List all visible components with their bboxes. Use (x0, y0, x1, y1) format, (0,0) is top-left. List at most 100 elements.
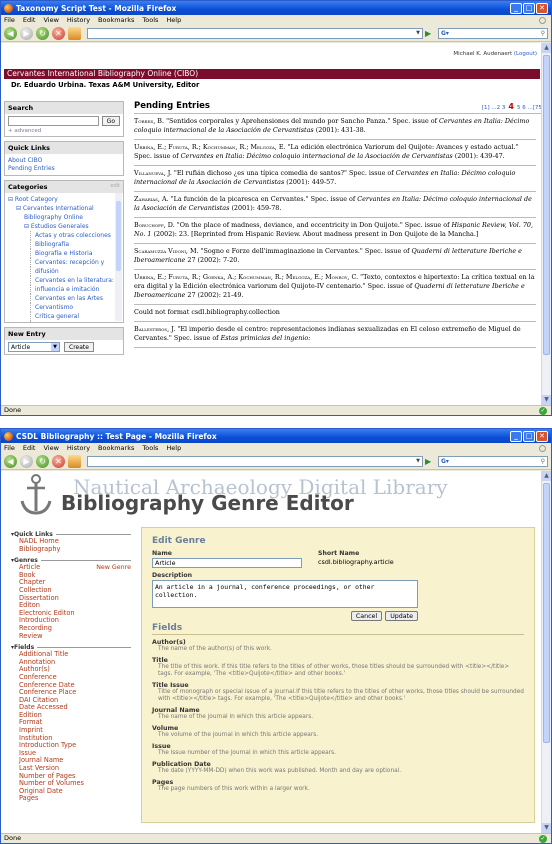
stop-icon[interactable]: ✕ (52, 26, 65, 40)
scroll-down-icon[interactable]: ▼ (542, 395, 551, 405)
minimize-button[interactable]: _ (510, 2, 522, 14)
forward-icon[interactable]: ▶ (20, 454, 33, 468)
close-button[interactable]: ✕ (536, 2, 548, 14)
search-box[interactable]: G▾ ⚲ (438, 27, 548, 39)
scroll-up-icon[interactable]: ▲ (542, 43, 551, 53)
logout-link[interactable]: (Logout) (514, 51, 537, 57)
pending-entries-link[interactable]: Pending Entries (8, 165, 120, 172)
menu-file[interactable]: File (4, 16, 15, 24)
cancel-button[interactable]: Cancel (350, 611, 383, 621)
scroll-thumb[interactable] (543, 483, 550, 743)
menu-help[interactable]: Help (166, 16, 181, 24)
dropdown-icon[interactable]: ▼ (416, 458, 420, 464)
field-item[interactable]: Issue The issue number of the journal in … (152, 743, 524, 757)
page-scrollbar[interactable]: ▲ ▼ (541, 43, 551, 405)
reload-icon[interactable]: ↻ (36, 26, 49, 40)
entry-item[interactable]: Torres, B. "Sentidos corporales y Aprehe… (134, 114, 536, 140)
category-item[interactable]: Crítica general (30, 312, 120, 321)
field-item[interactable]: Journal Name The name of the journal in w… (152, 707, 524, 721)
go-icon[interactable]: ▶ (425, 28, 436, 39)
search-icon[interactable]: ⚲ (541, 30, 545, 37)
scroll-thumb[interactable] (543, 55, 550, 355)
menu-edit[interactable]: Edit (23, 16, 36, 24)
entry-item[interactable]: Scaramuzza Vidoni, M. "Sogno e Forze del… (134, 244, 536, 270)
menu-edit[interactable]: Edit (23, 444, 36, 452)
stop-icon[interactable]: ✕ (52, 454, 65, 468)
maximize-button[interactable]: □ (523, 430, 535, 442)
page-scrollbar[interactable]: ▲ ▼ (541, 471, 551, 833)
back-icon[interactable]: ◀ (4, 26, 17, 40)
categories-scrollbar[interactable] (115, 193, 122, 321)
address-bar[interactable]: ▼ (87, 27, 423, 39)
forward-icon[interactable]: ▶ (20, 26, 33, 40)
advanced-search-link[interactable]: + advanced (8, 128, 120, 134)
category-item[interactable]: Bibliography Online (8, 213, 120, 222)
dropdown-icon[interactable]: ▼ (416, 30, 420, 36)
pagination[interactable]: [1] ...2 345 6 ...[75] (482, 102, 544, 111)
go-button[interactable]: Go (101, 116, 120, 126)
entry-item[interactable]: Boruchoff, D. "On the place of madness, … (134, 218, 536, 244)
maximize-button[interactable]: □ (523, 2, 535, 14)
home-icon[interactable] (68, 454, 81, 468)
category-item[interactable]: Actas y otras colecciones (30, 231, 120, 240)
bibliography-link[interactable]: Bibliography (19, 545, 131, 554)
pager-after[interactable]: 5 6 ...[75] (517, 105, 544, 111)
category-item[interactable]: Cervantes: recepción y (30, 258, 120, 267)
genre-link[interactable]: Review (19, 632, 131, 641)
description-textarea[interactable]: An article in a journal, conference proc… (152, 580, 418, 608)
category-item[interactable]: Cervantismo (30, 303, 120, 312)
category-item[interactable]: Cervantes en la literatura: (30, 276, 120, 285)
field-item[interactable]: Author(s) The name of the author(s) of th… (152, 639, 524, 653)
search-input[interactable] (8, 116, 99, 126)
category-item[interactable]: ⊟ Estudios Generales (8, 222, 120, 231)
field-link[interactable]: Pages (19, 795, 131, 803)
create-button[interactable]: Create (64, 342, 94, 352)
menu-bookmarks[interactable]: Bookmarks (98, 444, 134, 452)
menu-history[interactable]: History (67, 16, 90, 24)
menu-tools[interactable]: Tools (142, 444, 158, 452)
category-item[interactable]: ⊟ Cervantes International (8, 204, 120, 213)
search-box[interactable]: G▾ ⚲ (438, 455, 548, 467)
menu-bookmarks[interactable]: Bookmarks (98, 16, 134, 24)
scroll-up-icon[interactable]: ▲ (542, 471, 551, 481)
category-item[interactable]: Bibliografía (30, 240, 120, 249)
menu-history[interactable]: History (67, 444, 90, 452)
field-item[interactable]: Pages The page numbers of this work withi… (152, 779, 524, 793)
categories-edit-link[interactable]: edit (110, 183, 120, 189)
field-item[interactable]: Publication Date The date (YYYY-MM-DD) wh… (152, 761, 524, 775)
menu-file[interactable]: File (4, 444, 15, 452)
entry-item[interactable]: Urbina, E.; Furuta, R.; Goenka, A.; Koch… (134, 270, 536, 305)
menu-tools[interactable]: Tools (142, 16, 158, 24)
name-input[interactable]: Article (152, 558, 302, 568)
update-button[interactable]: Update (385, 611, 418, 621)
about-cibo-link[interactable]: About CIBO (8, 157, 120, 164)
entry-item[interactable]: Zaharias, A. "La función de la picaresca… (134, 192, 536, 218)
go-icon[interactable]: ▶ (425, 456, 436, 467)
menu-help[interactable]: Help (166, 444, 181, 452)
field-item[interactable]: Title Issue Title of monograph or special… (152, 682, 524, 703)
category-item[interactable]: Cervantes en las Artes (30, 294, 120, 303)
minimize-button[interactable]: _ (510, 430, 522, 442)
category-item[interactable]: influencia e imitación (30, 285, 120, 294)
category-item[interactable]: Biografía e Historia (30, 249, 120, 258)
scroll-down-icon[interactable]: ▼ (542, 823, 551, 833)
back-icon[interactable]: ◀ (4, 454, 17, 468)
menu-view[interactable]: View (43, 16, 58, 24)
close-button[interactable]: ✕ (536, 430, 548, 442)
category-item[interactable]: ⊟ Root Category (8, 195, 120, 204)
address-bar[interactable]: ▼ (87, 455, 423, 467)
category-item[interactable]: difusión (30, 267, 120, 276)
entry-type-select[interactable]: Article ▼ (8, 342, 60, 352)
search-icon[interactable]: ⚲ (541, 458, 545, 465)
entry-item[interactable]: Villanueva, J. "El rufián dichoso ¿es un… (134, 166, 536, 192)
field-item[interactable]: Title The title of this work. If this tit… (152, 657, 524, 678)
field-item[interactable]: Volume The volume of the journal in which… (152, 725, 524, 739)
menu-view[interactable]: View (43, 444, 58, 452)
entry-item[interactable]: Urbina, E.; Furuta, R.; Kochumman, R.; M… (134, 140, 536, 166)
entry-item[interactable]: Could not format csdl.bibliography.colle… (134, 305, 536, 322)
entry-item[interactable]: Ballesteros, J. "El imperio desde el cen… (134, 322, 536, 348)
reload-icon[interactable]: ↻ (36, 454, 49, 468)
home-icon[interactable] (68, 26, 81, 40)
category-item[interactable]: Ediciones (30, 321, 120, 322)
new-genre-link[interactable]: New Genre (96, 564, 131, 571)
